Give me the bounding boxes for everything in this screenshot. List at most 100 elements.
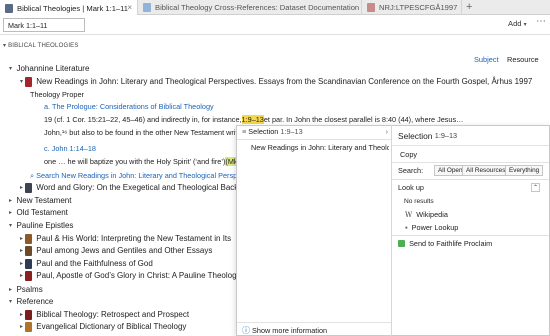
book-cover-icon bbox=[25, 182, 33, 193]
chevron-right-icon: ▸ bbox=[20, 324, 24, 330]
send-to-proclaim-button[interactable]: Send to Faithlife Proclaim bbox=[398, 238, 492, 249]
reference-input[interactable]: Mark 1:1–11 bbox=[3, 18, 85, 32]
list-icon: ≡ bbox=[242, 127, 247, 136]
tree-item-new-testament[interactable]: ▸ New Testament bbox=[9, 195, 71, 206]
lookup-label: Power Lookup bbox=[411, 223, 459, 232]
lookup-label: Wikipedia bbox=[416, 210, 448, 219]
chevron-down-icon: ▾ bbox=[3, 43, 7, 49]
excerpt-text: 19 (cf. 1 Cor. 15:21–22, 45–46) and indi… bbox=[44, 115, 242, 124]
menu-label: Selection bbox=[248, 127, 279, 136]
tree-label: Old Testament bbox=[16, 208, 68, 217]
send-label: Send to Faithlife Proclaim bbox=[409, 239, 493, 248]
resource-menu-item[interactable]: New Readings in John: Literary and Theol… bbox=[251, 142, 389, 153]
tree-label: Evangelical Dictionary of Biblical Theol… bbox=[36, 322, 187, 331]
new-tab-icon[interactable]: + bbox=[466, 1, 472, 13]
tree-item-resource[interactable]: ▸ Paul, Apostle of God’s Glory in Christ… bbox=[20, 270, 236, 281]
tree-item-old-testament[interactable]: ▸ Old Testament bbox=[9, 207, 68, 218]
divider bbox=[392, 179, 549, 180]
tree-item-johannine[interactable]: ▾ Johannine Literature bbox=[9, 63, 89, 74]
tree-item-resource[interactable]: ▸ Paul & His World: Interpreting the New… bbox=[20, 233, 236, 244]
add-button[interactable]: Add ▾ bbox=[508, 19, 527, 28]
link-john[interactable]: c. John 1:14–18 bbox=[44, 143, 96, 154]
chevron-right-icon: ▸ bbox=[20, 312, 24, 318]
tree-item-pauline[interactable]: ▾ Pauline Epistles bbox=[9, 220, 73, 231]
tree-item-resource[interactable]: ▸ Paul and the Faithfulness of God bbox=[20, 258, 236, 269]
chevron-right-icon: ▸ bbox=[20, 273, 24, 279]
power-lookup-link[interactable]: ▪ Power Lookup bbox=[405, 222, 458, 233]
section-label: ▾ BIBLICAL THEOLOGIES bbox=[3, 42, 79, 49]
excerpt-line: one … he will baptize you with the Holy … bbox=[44, 156, 236, 167]
excerpt-text: one … he will baptize you with the Holy … bbox=[44, 157, 226, 166]
tree-item-resource[interactable]: ▸ Evangelical Dictionary of Biblical The… bbox=[20, 321, 236, 332]
tree-label: New Testament bbox=[16, 196, 72, 205]
highlighted-reference[interactable]: 1:9–13 bbox=[241, 115, 264, 124]
resource-link[interactable]: Resource bbox=[507, 55, 539, 64]
wikipedia-link[interactable]: W Wikipedia bbox=[405, 209, 448, 220]
link-prologue[interactable]: a. The Prologue: Considerations of Bibli… bbox=[44, 101, 214, 112]
tree-item-psalms[interactable]: ▸ Psalms bbox=[9, 284, 43, 295]
chevron-down-icon: ▾ bbox=[523, 22, 527, 28]
tree-label: Paul among Jews and Gentiles and Other E… bbox=[36, 246, 213, 255]
selection-menu-item[interactable]: ≡ Selection 1:9–13 › bbox=[242, 126, 388, 137]
tree-label: Pauline Epistles bbox=[16, 221, 74, 230]
book-cover-icon bbox=[25, 76, 33, 87]
chevron-down-icon: ▾ bbox=[20, 79, 24, 85]
search-icon: ⌕ bbox=[30, 170, 35, 180]
tree-item-reference[interactable]: ▾ Reference bbox=[9, 296, 53, 307]
tree-item-word-glory[interactable]: ▸ Word and Glory: On the Exegetical and … bbox=[20, 182, 236, 193]
chevron-down-icon: ▾ bbox=[9, 299, 13, 305]
info-icon: ⓘ bbox=[242, 326, 250, 335]
copy-button[interactable]: Copy bbox=[400, 149, 417, 160]
add-label: Add bbox=[508, 19, 522, 28]
tree-label: New Readings in John: Literary and Theol… bbox=[36, 77, 533, 86]
chevron-up-icon[interactable]: ⌃ bbox=[531, 183, 540, 192]
tab-nrj[interactable]: NRJ:LTPESCFGÅ1997 bbox=[362, 0, 462, 15]
proclaim-icon bbox=[398, 240, 405, 247]
search-everything-button[interactable]: Everything bbox=[505, 165, 544, 176]
tab-label: Biblical Theologies | Mark 1:1–11 bbox=[17, 3, 129, 13]
divider bbox=[392, 235, 549, 236]
excerpt-line: 19 (cf. 1 Cor. 15:21–22, 45–46) and indi… bbox=[44, 114, 463, 125]
chevron-right-icon: ▸ bbox=[20, 236, 24, 242]
search-label: Search: bbox=[398, 166, 424, 175]
close-icon[interactable]: × bbox=[127, 3, 132, 12]
selection-title: Selection bbox=[398, 130, 433, 141]
tab-cross-references[interactable]: Biblical Theology Cross-References: Data… bbox=[138, 0, 362, 15]
chevron-right-icon: ▸ bbox=[20, 261, 24, 267]
lookup-header[interactable]: Look up ⌃ bbox=[398, 182, 542, 193]
document-icon bbox=[367, 3, 375, 12]
document-icon bbox=[143, 3, 151, 12]
divider bbox=[237, 322, 391, 323]
show-more-label: Show more information bbox=[252, 326, 328, 335]
section-title: BIBLICAL THEOLOGIES bbox=[8, 43, 79, 49]
tab-label: Biblical Theology Cross-References: Data… bbox=[155, 3, 360, 12]
tree-item-new-readings[interactable]: ▾ New Readings in John: Literary and The… bbox=[20, 76, 532, 87]
tree-label: Biblical Theology: Retrospect and Prospe… bbox=[36, 310, 190, 319]
subject-link[interactable]: Subject bbox=[474, 55, 499, 64]
divider bbox=[392, 162, 549, 163]
book-cover-icon bbox=[25, 233, 33, 244]
menu-value: 1:9–13 bbox=[280, 127, 303, 136]
chevron-right-icon: ▸ bbox=[20, 248, 24, 254]
excerpt-text: et par. In John the closest parallel is … bbox=[263, 115, 464, 124]
chevron-right-icon: ▸ bbox=[9, 287, 13, 293]
heading-theology-proper: Theology Proper bbox=[30, 90, 84, 99]
lookup-label: Look up bbox=[398, 183, 424, 192]
chevron-right-icon: › bbox=[385, 127, 388, 136]
tree-item-resource[interactable]: ▸ Biblical Theology: Retrospect and Pros… bbox=[20, 309, 236, 320]
chevron-down-icon: ▾ bbox=[9, 66, 13, 72]
tree-label: Paul, Apostle of God’s Glory in Christ: … bbox=[36, 271, 236, 280]
book-cover-icon bbox=[25, 309, 33, 320]
show-more-button[interactable]: ⓘ Show more information bbox=[242, 325, 327, 336]
wikipedia-icon: W bbox=[405, 210, 413, 219]
divider bbox=[392, 145, 549, 146]
more-options-icon[interactable]: ⋯ bbox=[536, 16, 546, 27]
selection-header: Selection 1:9–13 bbox=[398, 130, 457, 141]
highlighted-reference[interactable]: (Mk 1 bbox=[225, 157, 236, 166]
search-all-resources-button[interactable]: All Resources bbox=[462, 165, 510, 176]
chevron-right-icon: ▸ bbox=[9, 198, 13, 204]
search-resource-link[interactable]: ⌕ Search New Readings in John: Literary … bbox=[30, 170, 236, 181]
chevron-right-icon: ▸ bbox=[20, 185, 24, 191]
tree-item-resource[interactable]: ▸ Paul among Jews and Gentiles and Other… bbox=[20, 245, 236, 256]
tab-biblical-theologies[interactable]: Biblical Theologies | Mark 1:1–11 × bbox=[0, 0, 138, 16]
